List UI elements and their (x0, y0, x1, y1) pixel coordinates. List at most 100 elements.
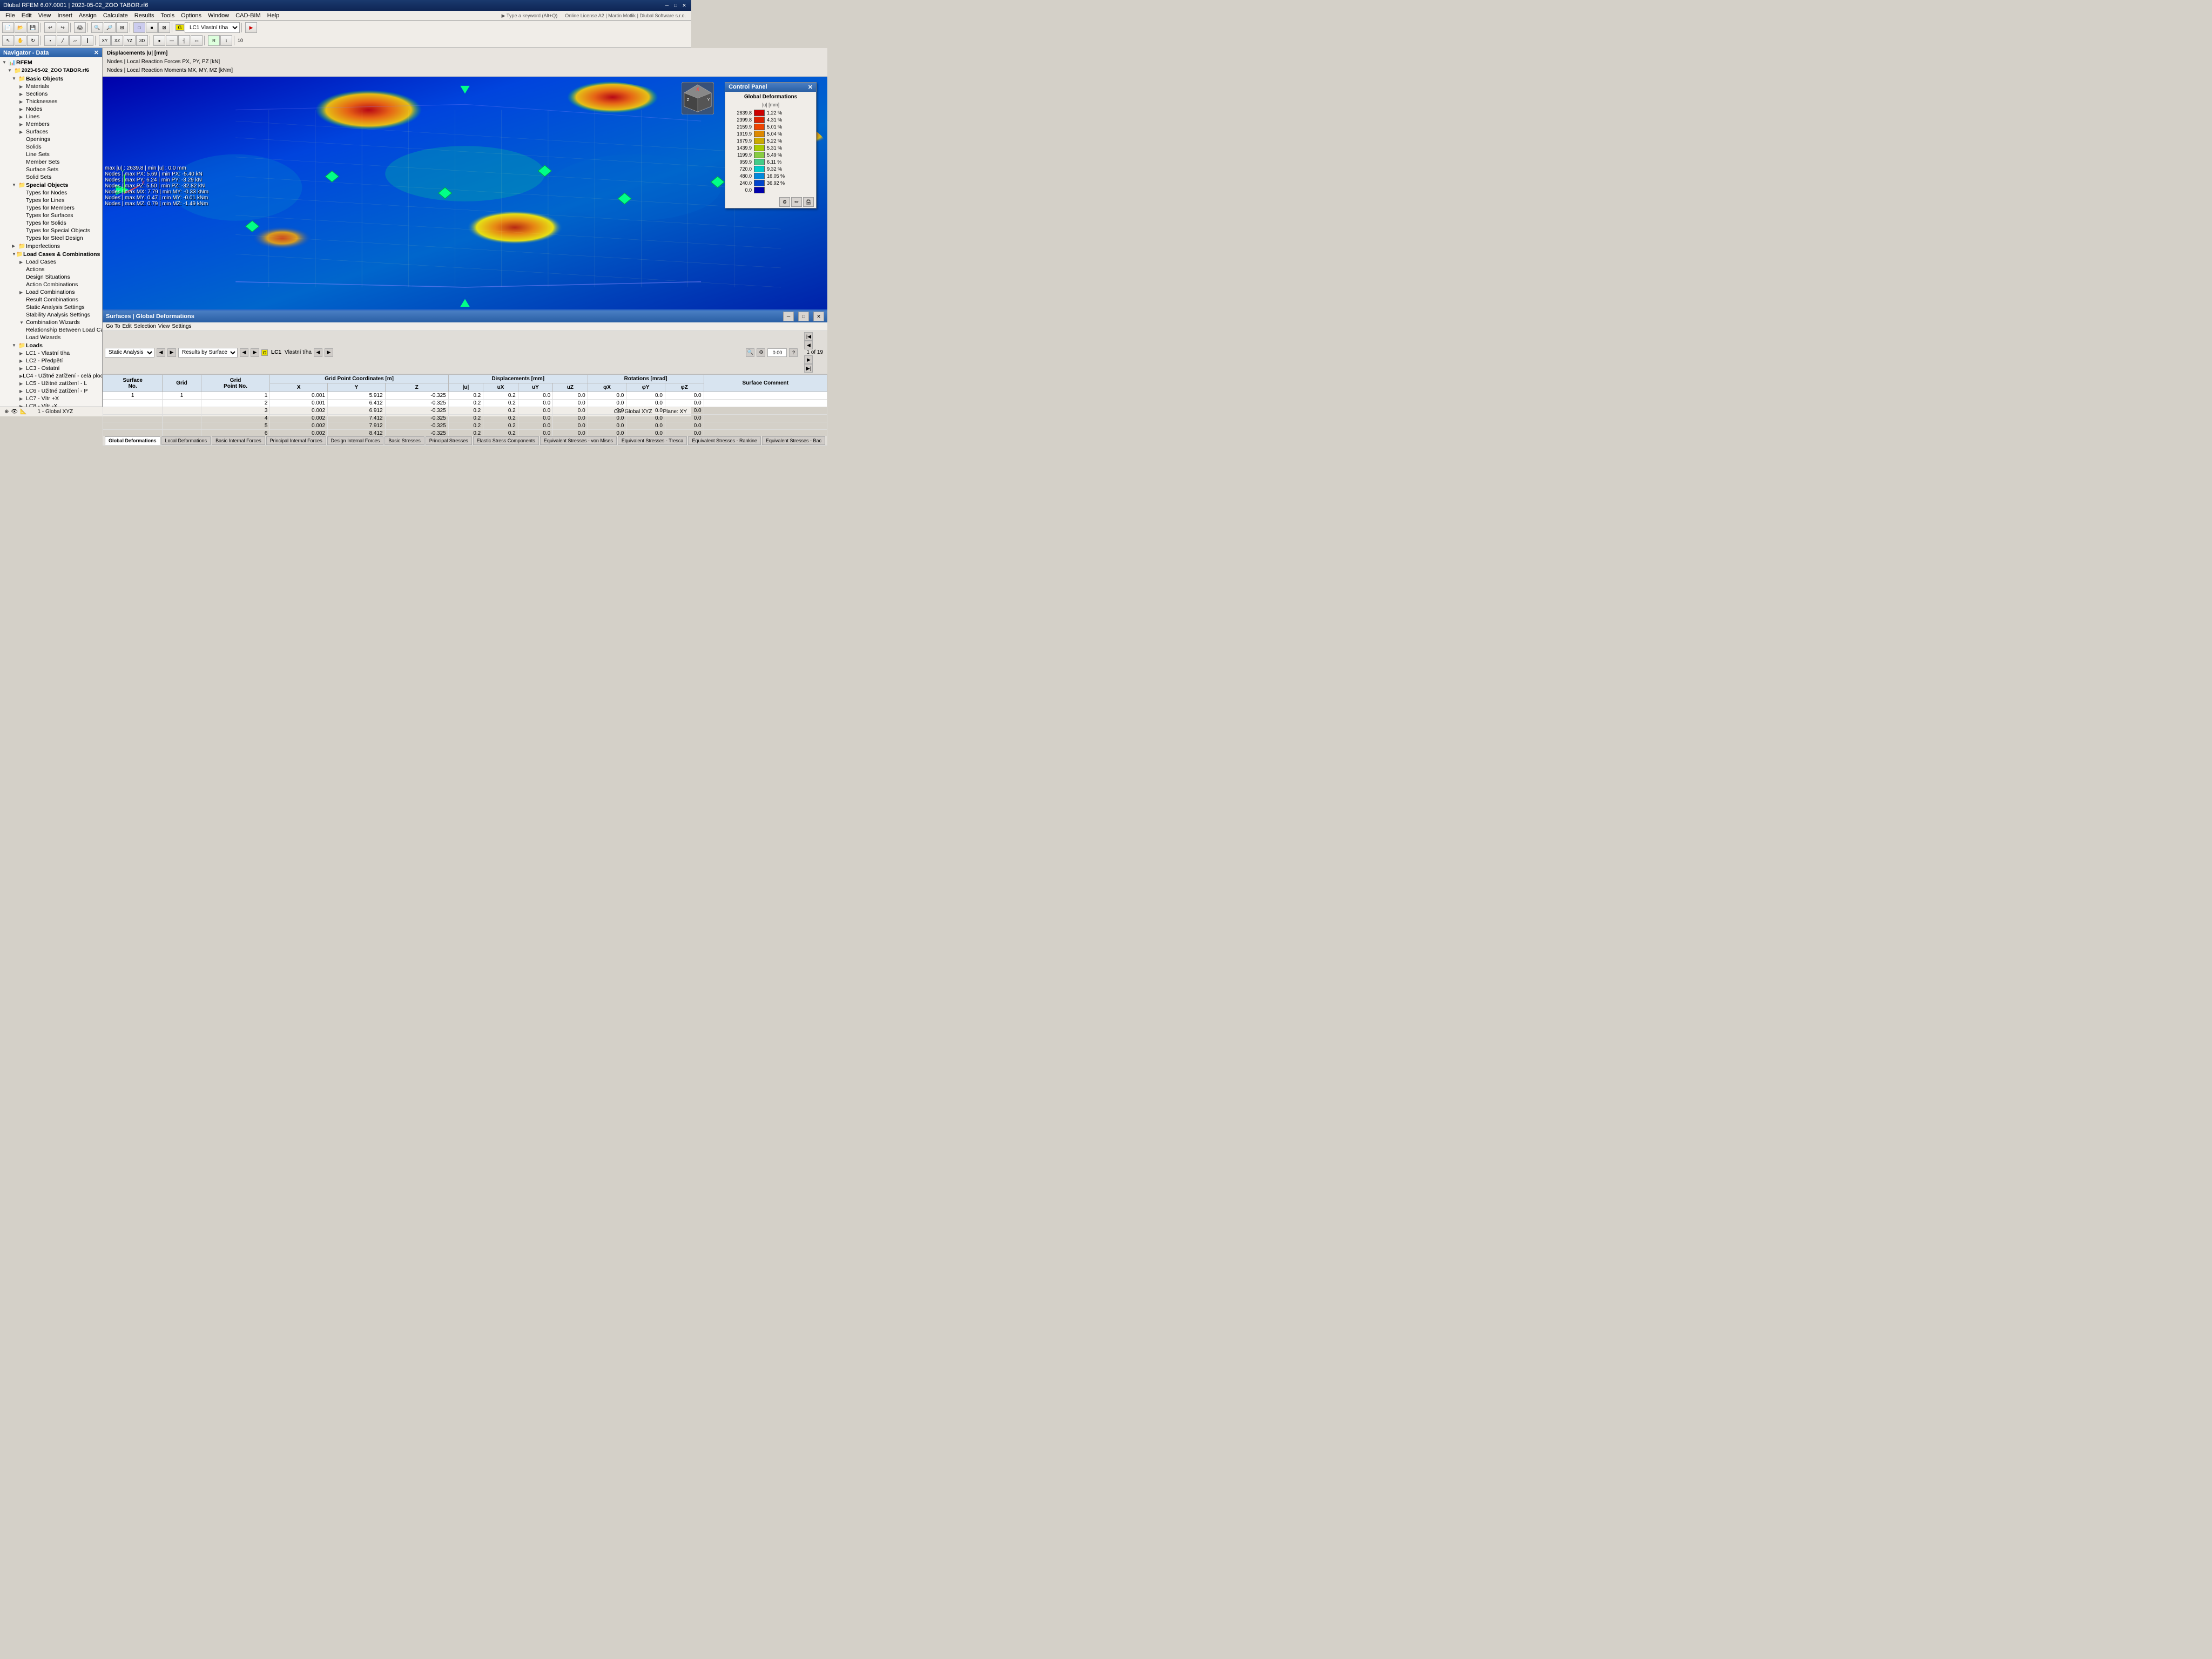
tab-local-deformations[interactable]: Local Deformations (161, 436, 211, 445)
menu-view[interactable]: View (35, 11, 55, 21)
zoom-all-button[interactable]: ⊞ (116, 22, 128, 33)
nav-item-lc3[interactable]: LC3 - Ostatní (0, 365, 102, 372)
prev-analysis-button[interactable]: ◀ (157, 348, 165, 357)
tab-design-internal-forces[interactable]: Design Internal Forces (327, 436, 384, 445)
nav-item-types-members[interactable]: Types for Members (0, 204, 102, 212)
menu-options[interactable]: Options (178, 11, 205, 21)
nav-item-combination-wizards[interactable]: Combination Wizards (0, 319, 102, 326)
col-settings-button[interactable]: ⚙ (757, 348, 765, 357)
first-page-button[interactable]: |◀ (804, 332, 813, 341)
show-nodes-button[interactable]: ● (153, 35, 165, 46)
open-button[interactable]: 📂 (15, 22, 26, 33)
lc-selector[interactable]: LC1 Vlastní tíha (185, 22, 240, 33)
wireframe-button[interactable]: □ (133, 22, 145, 33)
nav-item-thicknesses[interactable]: Thicknesses (0, 98, 102, 105)
minimize-button[interactable]: ─ (663, 2, 671, 9)
nav-item-load-cases-comb[interactable]: 📁 Load Cases & Combinations (0, 250, 102, 258)
tab-principal-internal-forces[interactable]: Principal Internal Forces (266, 436, 326, 445)
nav-item-types-special[interactable]: Types for Special Objects (0, 227, 102, 234)
nav-item-lc6[interactable]: LC6 - Užitné zatížení - P (0, 387, 102, 395)
nav-item-lc4[interactable]: LC4 - Užitné zatížení - celá plocha (0, 372, 102, 380)
results-minimize-button[interactable]: ─ (783, 312, 794, 321)
menu-edit[interactable]: Edit (18, 11, 35, 21)
show-lines-button[interactable]: — (166, 35, 178, 46)
results-toggle-button[interactable]: R (208, 35, 220, 46)
cp-edit-button[interactable]: ✏ (791, 197, 802, 207)
tab-basic-stresses[interactable]: Basic Stresses (385, 436, 424, 445)
next-analysis-button[interactable]: ▶ (167, 348, 176, 357)
nav-item-rfem[interactable]: 📊 RFEM (0, 58, 102, 66)
help-button[interactable]: ? (789, 348, 798, 357)
prev-page-button[interactable]: ◀ (804, 341, 813, 349)
tolerance-input[interactable] (767, 348, 787, 357)
nav-item-types-steel[interactable]: Types for Steel Design (0, 234, 102, 242)
nav-item-surfaces[interactable]: Surfaces (0, 128, 102, 136)
nav-item-lc8[interactable]: LC8 - Vítr -X (0, 402, 102, 407)
cp-settings-button[interactable]: ⚙ (779, 197, 790, 207)
show-surfaces-button[interactable]: ▭ (191, 35, 203, 46)
nav-item-member-sets[interactable]: Member Sets (0, 158, 102, 166)
nav-item-nodes[interactable]: Nodes (0, 105, 102, 113)
menu-window[interactable]: Window (205, 11, 232, 21)
nav-item-lc2[interactable]: LC2 - Předpětí (0, 357, 102, 365)
nav-item-result-combinations[interactable]: Result Combinations (0, 296, 102, 304)
nav-item-action-combinations[interactable]: Action Combinations (0, 281, 102, 288)
nav-item-openings[interactable]: Openings (0, 136, 102, 143)
results-view[interactable]: View (158, 323, 170, 329)
run-calc-button[interactable]: ▶ (245, 22, 257, 33)
member-button[interactable]: ┃ (82, 35, 93, 46)
view-xy-button[interactable]: XY (99, 35, 111, 46)
deform-button[interactable]: ⌇ (220, 35, 232, 46)
view-3d-button[interactable]: 3D (136, 35, 148, 46)
nav-item-file[interactable]: 📁 2023-05-02_ZOO TABOR.rf6 (0, 66, 102, 75)
results-close-button[interactable]: ✕ (813, 312, 824, 321)
table-row[interactable]: 4 0.002 7.412 -0.325 0.2 0.2 0.0 0.0 0.0… (103, 415, 827, 422)
analysis-type-select[interactable]: Static Analysis (105, 348, 154, 358)
nav-item-members[interactable]: Members (0, 120, 102, 128)
toggle-button[interactable]: ⊠ (158, 22, 170, 33)
zoom-out-button[interactable]: 🔎 (104, 22, 116, 33)
tab-rankine[interactable]: Equivalent Stresses - Rankine (688, 436, 761, 445)
rotate-button[interactable]: ↻ (27, 35, 39, 46)
nav-item-stability-analysis[interactable]: Stability Analysis Settings (0, 311, 102, 319)
save-button[interactable]: 💾 (27, 22, 39, 33)
results-goto[interactable]: Go To (106, 323, 120, 329)
nav-item-load-cases[interactable]: Load Cases (0, 258, 102, 266)
results-edit[interactable]: Edit (123, 323, 132, 329)
prev-result-button[interactable]: ◀ (240, 348, 248, 357)
nav-item-types-lines[interactable]: Types for Lines (0, 197, 102, 204)
tab-basic-internal-forces[interactable]: Basic Internal Forces (212, 436, 265, 445)
view-yz-button[interactable]: YZ (124, 35, 136, 46)
nav-item-relationship-lc[interactable]: Relationship Between Load Cases (0, 326, 102, 334)
table-row[interactable]: 2 0.001 6.412 -0.325 0.2 0.2 0.0 0.0 0.0… (103, 400, 827, 407)
view-xz-button[interactable]: XZ (111, 35, 123, 46)
next-page-button[interactable]: ▶ (804, 355, 813, 364)
nav-item-load-wizards[interactable]: Load Wizards (0, 334, 102, 341)
tab-elastic-stress[interactable]: Elastic Stress Components (473, 436, 539, 445)
table-row[interactable]: 1 1 1 0.001 5.912 -0.325 0.2 0.2 0.0 0.0… (103, 392, 827, 400)
menu-assign[interactable]: Assign (76, 11, 100, 21)
nav-item-basic-objects[interactable]: 📁 Basic Objects (0, 75, 102, 83)
nav-item-types-surfaces[interactable]: Types for Surfaces (0, 212, 102, 219)
menu-help[interactable]: Help (264, 11, 283, 21)
prev-lc-button[interactable]: ◀ (314, 348, 322, 357)
surface-button[interactable]: ▱ (69, 35, 81, 46)
nav-item-special-objects[interactable]: 📁 Special Objects (0, 181, 102, 189)
maximize-button[interactable]: □ (672, 2, 679, 9)
nav-item-design-situations[interactable]: Design Situations (0, 273, 102, 281)
tab-bac[interactable]: Equivalent Stresses - Bac (762, 436, 825, 445)
menu-tools[interactable]: Tools (157, 11, 178, 21)
close-button[interactable]: ✕ (680, 2, 688, 9)
nav-item-types-nodes[interactable]: Types for Nodes (0, 189, 102, 197)
results-settings[interactable]: Settings (172, 323, 191, 329)
nav-item-loads[interactable]: 📁 Loads (0, 341, 102, 349)
print-button[interactable]: 🖨 (74, 22, 86, 33)
nav-item-solids[interactable]: Solids (0, 143, 102, 151)
menu-file[interactable]: File (2, 11, 18, 21)
nav-item-actions[interactable]: Actions (0, 266, 102, 273)
menu-results[interactable]: Results (131, 11, 158, 21)
results-by-select[interactable]: Results by Surface (178, 348, 238, 358)
pan-button[interactable]: ✋ (15, 35, 26, 46)
table-row[interactable]: 6 0.002 8.412 -0.325 0.2 0.2 0.0 0.0 0.0… (103, 430, 827, 436)
results-selection[interactable]: Selection (134, 323, 156, 329)
